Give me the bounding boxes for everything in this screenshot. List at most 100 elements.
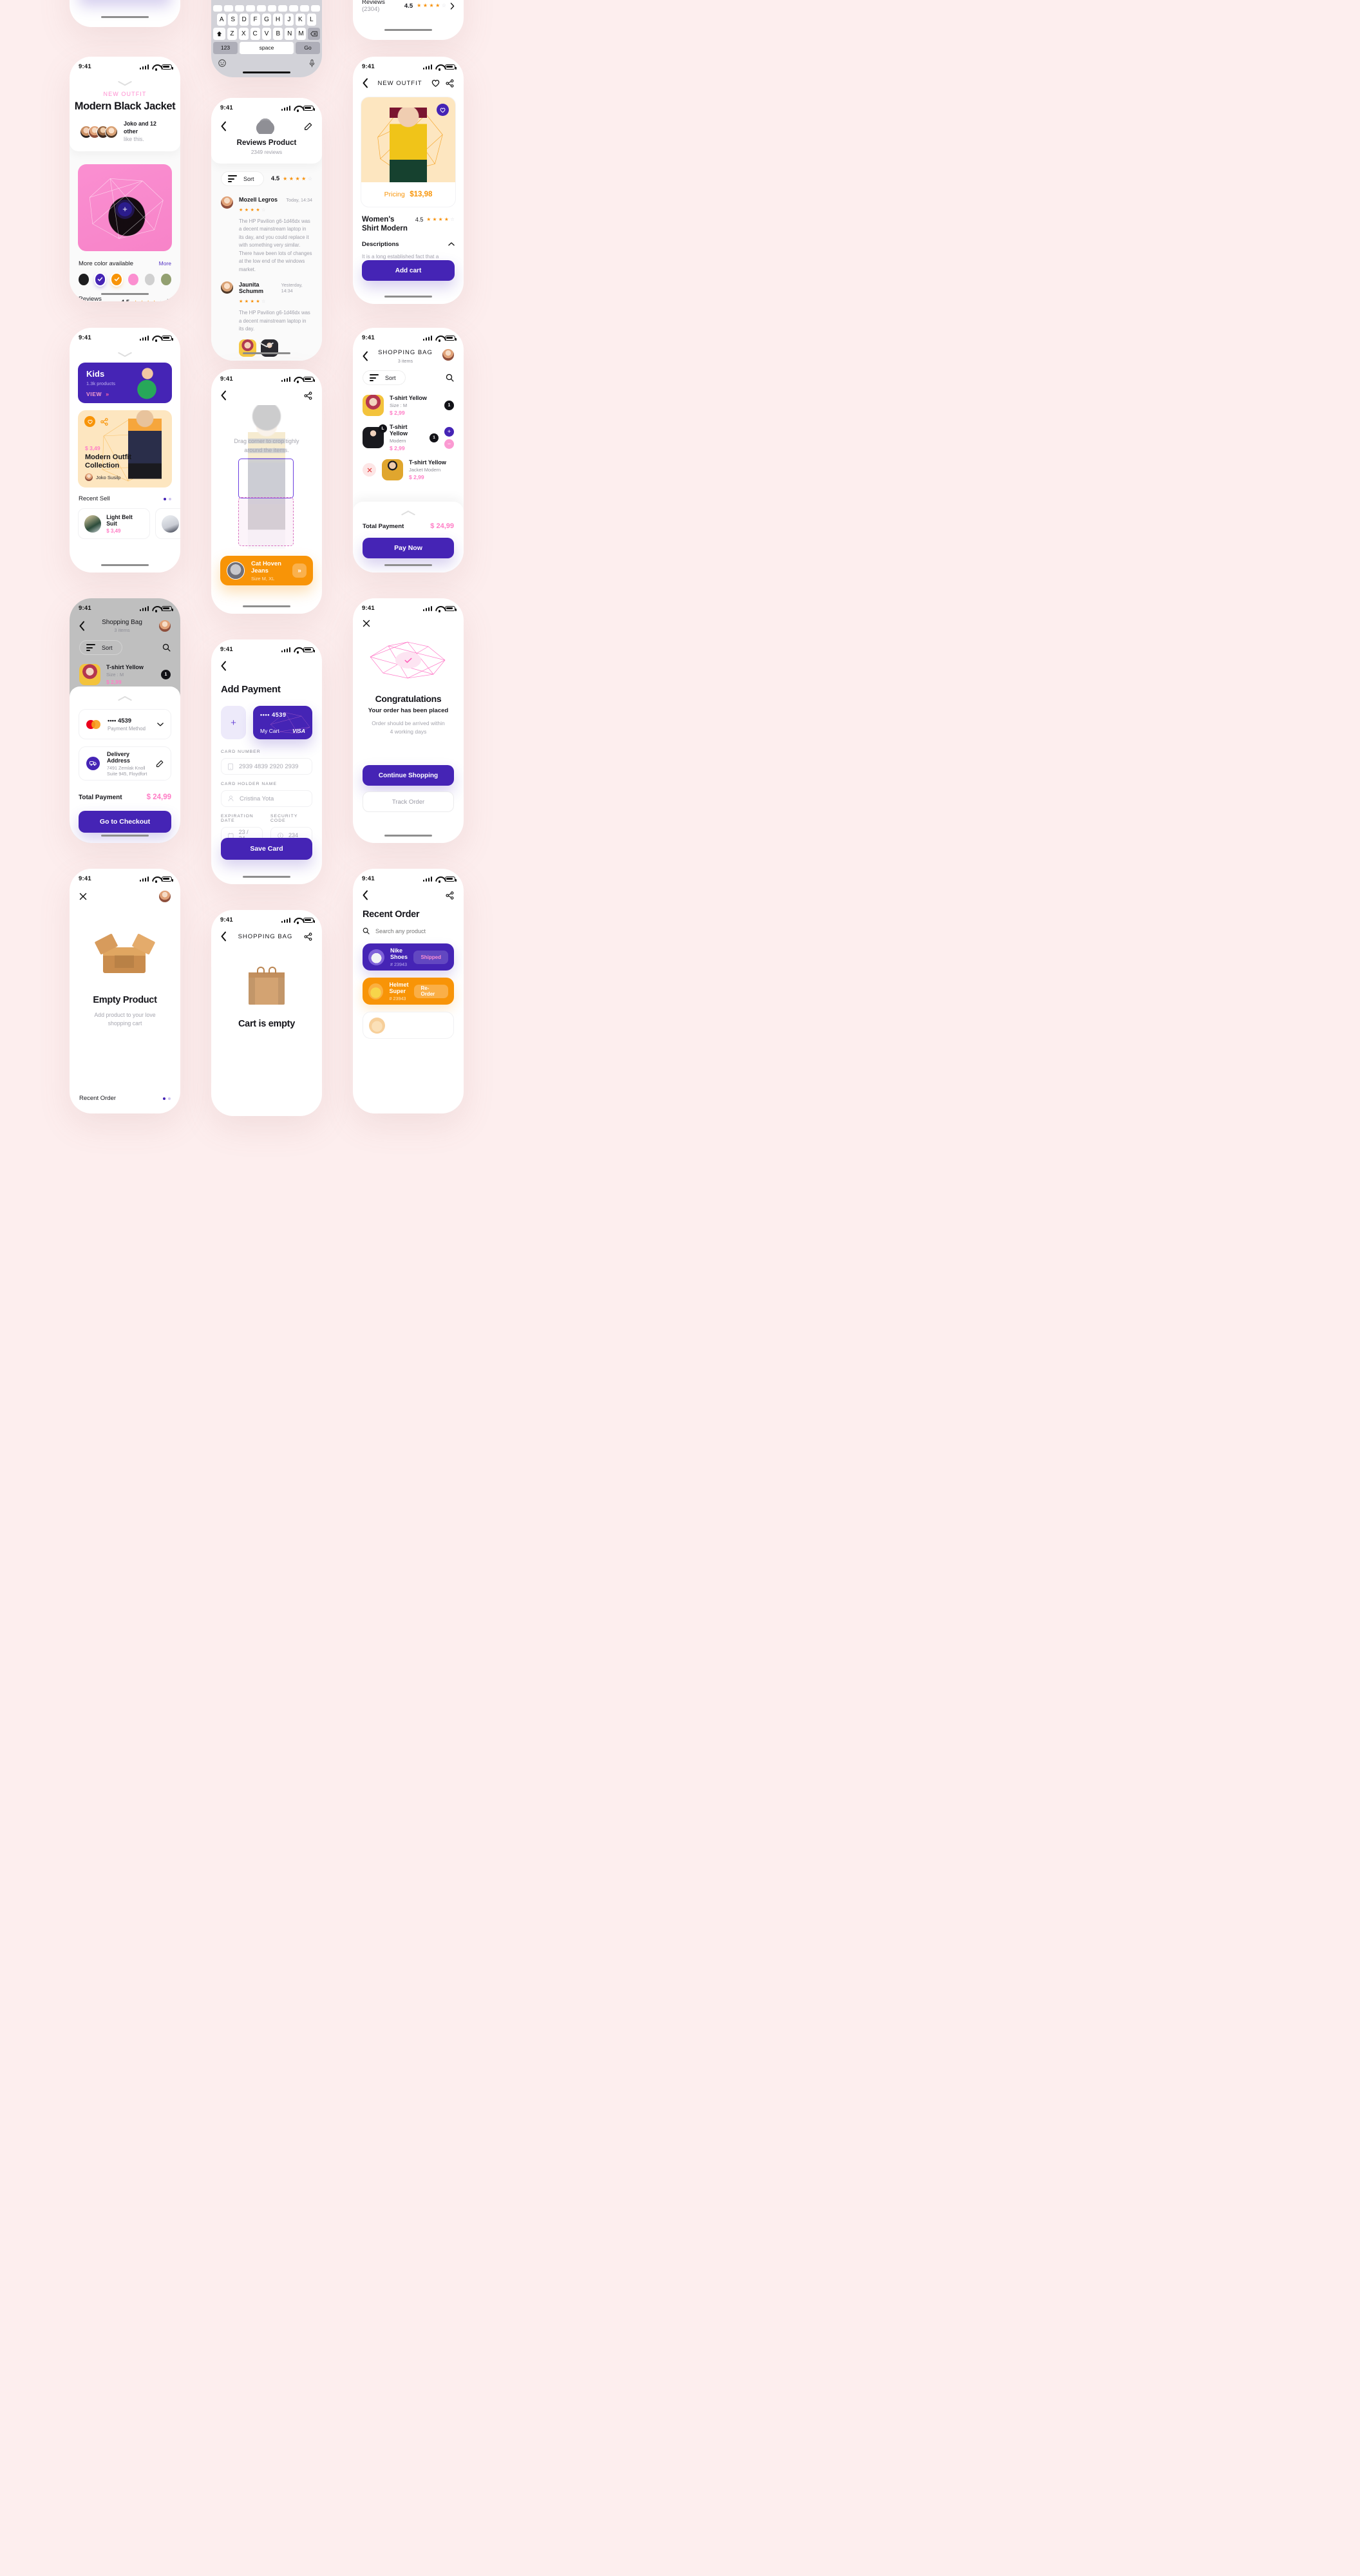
- search-row[interactable]: [353, 920, 464, 934]
- payment-method-row[interactable]: •••• 4539 Payment Method: [79, 709, 171, 739]
- key-N[interactable]: N: [285, 27, 295, 40]
- expand-chevron-icon[interactable]: [401, 507, 415, 516]
- share-icon[interactable]: [304, 932, 312, 941]
- swatch-black[interactable]: [79, 273, 89, 285]
- reviews-row[interactable]: Reviews (2304) 4.5 ★★★★☆: [79, 296, 171, 301]
- chevron-up-icon[interactable]: [448, 242, 455, 246]
- emoji-icon[interactable]: [218, 59, 226, 67]
- key-V[interactable]: V: [261, 27, 272, 40]
- back-button[interactable]: [221, 931, 227, 942]
- pencil-icon[interactable]: [156, 760, 164, 768]
- avatar[interactable]: [159, 891, 171, 902]
- key-space[interactable]: space: [240, 41, 294, 54]
- swatch-orange[interactable]: [111, 273, 122, 285]
- key-go[interactable]: Go: [296, 41, 320, 54]
- swatch-olive[interactable]: [161, 273, 172, 285]
- card-holder-input[interactable]: Cristina Yota: [221, 790, 312, 807]
- collapse-chevron-icon[interactable]: [118, 349, 132, 357]
- avatar[interactable]: [159, 620, 171, 632]
- saved-card[interactable]: •••• 4539 My Cart VISA: [253, 706, 312, 739]
- double-chevron-right-icon[interactable]: »: [292, 564, 307, 578]
- share-icon[interactable]: [446, 891, 454, 900]
- heart-icon[interactable]: [431, 79, 440, 87]
- search-input[interactable]: [375, 927, 454, 934]
- more-colors-link[interactable]: More: [159, 260, 171, 267]
- close-icon[interactable]: [79, 893, 87, 900]
- chevron-right-icon[interactable]: [450, 2, 455, 10]
- decrease-qty-button[interactable]: −: [444, 439, 454, 449]
- order-row-partial[interactable]: [363, 1012, 454, 1039]
- swatch-grey[interactable]: [144, 273, 155, 285]
- key-K[interactable]: K: [296, 13, 305, 26]
- descriptions-accordion[interactable]: Descriptions: [353, 234, 464, 248]
- product-image[interactable]: +: [78, 164, 172, 251]
- chevron-down-icon[interactable]: [157, 722, 164, 726]
- back-button[interactable]: [221, 661, 227, 671]
- detail-product-image[interactable]: [361, 97, 455, 182]
- kids-banner[interactable]: Kids 1.3k products VIEW »: [78, 363, 172, 403]
- go-to-checkout-button[interactable]: Go to Checkout: [79, 811, 171, 833]
- key-B[interactable]: B: [273, 27, 283, 40]
- sort-button[interactable]: Sort: [363, 370, 406, 385]
- collapse-chevron-icon[interactable]: [118, 78, 132, 86]
- pay-now-button[interactable]: Pay Now: [363, 538, 454, 558]
- bag-item-row[interactable]: L T-shirt Yellow Modern $ 2,99 1 + −: [353, 416, 464, 451]
- swatch-purple[interactable]: [95, 273, 106, 285]
- key-H[interactable]: H: [273, 13, 283, 26]
- kids-view-link[interactable]: VIEW: [86, 391, 102, 397]
- back-button[interactable]: [363, 890, 368, 900]
- order-action-button[interactable]: Re-Order: [414, 984, 448, 998]
- more-chevron-icon[interactable]: [260, 339, 274, 348]
- add-cart-button[interactable]: Add cart: [362, 260, 455, 281]
- order-status-badge[interactable]: Shipped: [413, 950, 448, 964]
- favourite-button[interactable]: [437, 104, 449, 116]
- favourite-icon[interactable]: [84, 416, 95, 427]
- close-icon[interactable]: [363, 620, 370, 627]
- bag-item-row[interactable]: T-shirt Yellow Size : M $ 2,99 1: [353, 385, 464, 416]
- recent-item-card-2[interactable]: [155, 508, 180, 539]
- save-card-button[interactable]: Save Card: [221, 838, 312, 860]
- back-button[interactable]: [363, 78, 368, 88]
- reviews-peek-row[interactable]: Reviews (2304) 4.5 ★ ★ ★ ★ ☆: [362, 0, 455, 13]
- key-L[interactable]: L: [307, 13, 316, 26]
- key-C[interactable]: C: [250, 27, 260, 40]
- add-card-button[interactable]: +: [221, 706, 246, 739]
- swatch-pink[interactable]: [128, 273, 138, 285]
- pencil-icon[interactable]: [304, 122, 312, 131]
- promo-card[interactable]: $ 3,49 Modern Outfit Collection Joko Sus…: [78, 410, 172, 488]
- continue-shopping-button[interactable]: Continue Shopping: [363, 765, 454, 786]
- search-icon[interactable]: [446, 374, 454, 382]
- share-icon[interactable]: [304, 391, 312, 400]
- search-icon[interactable]: [162, 643, 171, 652]
- sort-button[interactable]: Sort: [79, 640, 122, 655]
- expand-chevron-icon[interactable]: [118, 693, 132, 701]
- add-point-icon[interactable]: +: [118, 202, 132, 216]
- crop-box-bottom[interactable]: [238, 497, 294, 546]
- back-button[interactable]: [221, 121, 227, 131]
- share-icon[interactable]: [446, 79, 454, 88]
- crop-box-top[interactable]: [238, 459, 294, 498]
- crop-item-bar[interactable]: Cat Hoven Jeans Size M, XL »: [220, 556, 313, 585]
- back-button[interactable]: [363, 351, 368, 361]
- bag-item-row[interactable]: T-shirt Yellow Jacket Modern $ 2,99: [353, 451, 464, 480]
- key-M[interactable]: M: [296, 27, 307, 40]
- order-row[interactable]: Nike Shoes # 23943 Shipped: [363, 943, 454, 971]
- shift-icon[interactable]: [213, 27, 225, 40]
- share-icon[interactable]: [100, 417, 108, 426]
- back-button[interactable]: [221, 390, 227, 401]
- sort-button[interactable]: Sort: [221, 171, 264, 186]
- backspace-icon[interactable]: [308, 27, 321, 40]
- delete-item-button[interactable]: [363, 463, 376, 477]
- microphone-icon[interactable]: [309, 59, 315, 68]
- key-G[interactable]: G: [261, 13, 272, 26]
- key-A[interactable]: A: [217, 13, 227, 26]
- order-row[interactable]: Helmet Super # 23943 Re-Order: [363, 978, 454, 1005]
- chevron-right-icon[interactable]: [167, 299, 171, 301]
- delivery-address-row[interactable]: Delivery Address 7491 Zemlak Knoll Suite…: [79, 746, 171, 781]
- key-D[interactable]: D: [239, 13, 249, 26]
- back-button[interactable]: [79, 621, 85, 631]
- key-F[interactable]: F: [250, 13, 260, 26]
- key-Z[interactable]: Z: [227, 27, 237, 40]
- recent-item-card[interactable]: Light Belt Suit $ 3,49: [78, 508, 150, 539]
- key-S[interactable]: S: [228, 13, 238, 26]
